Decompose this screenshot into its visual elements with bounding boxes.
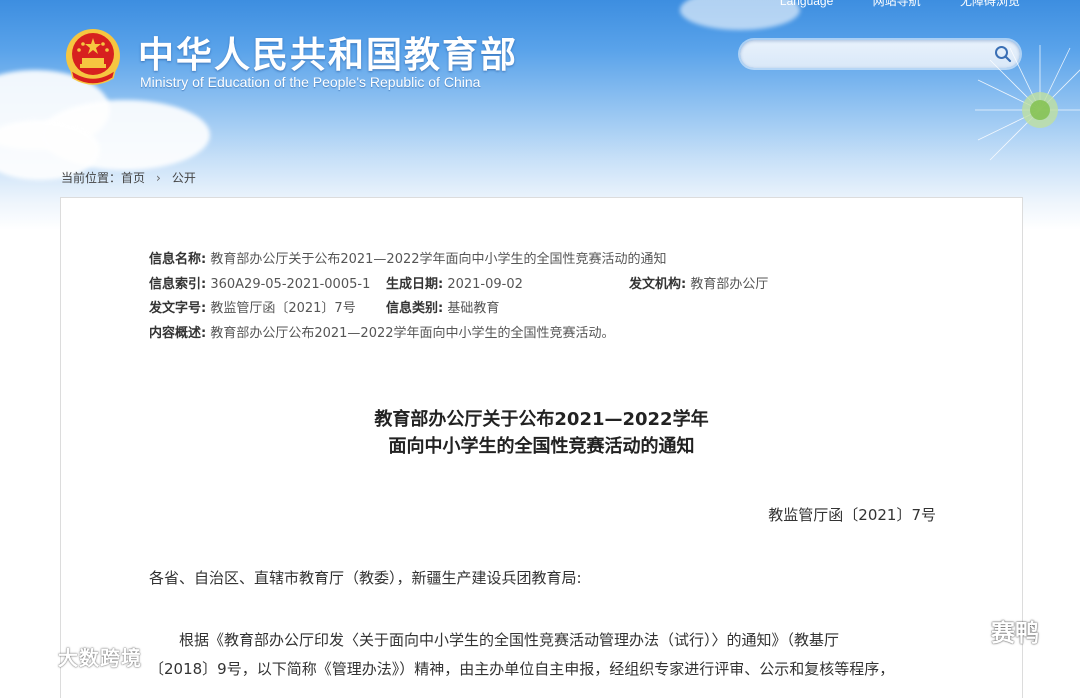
dandelion-decoration: [975, 45, 1080, 161]
meta-label: 信息名称:: [149, 252, 207, 267]
meta-label: 信息类别:: [386, 301, 444, 316]
site-header: Language 网站导航 无障碍浏览 中华人民共和国教育部 Ministry …: [0, 0, 1080, 230]
watermark-right-text: 赛鸭: [991, 618, 1039, 647]
meta-row-summary: 内容概述: 教育部办公厅公布2021—2022学年面向中小学生的全国性竞赛活动。: [149, 322, 667, 347]
meta-row-docno: 发文字号: 教监管厅函〔2021〕7号 信息类别: 基础教育: [149, 297, 667, 322]
breadcrumb-home[interactable]: 首页: [121, 171, 145, 185]
document-paragraph: 根据《教育部办公厅印发〈关于面向中小学生的全国性竞赛活动管理办法（试行）〉的通知…: [149, 626, 949, 684]
document-title: 教育部办公厅关于公布2021—2022学年 面向中小学生的全国性竞赛活动的通知: [61, 406, 1022, 460]
meta-row-name: 信息名称: 教育部办公厅关于公布2021—2022学年面向中小学生的全国性竞赛活…: [149, 248, 667, 273]
site-nav-link[interactable]: 网站导航: [873, 0, 921, 8]
meta-org: 发文机构: 教育部办公厅: [629, 273, 768, 298]
breadcrumb: 当前位置：首页 › 公开: [61, 169, 196, 186]
breadcrumb-public[interactable]: 公开: [172, 171, 196, 185]
document-number: 教监管厅函〔2021〕7号: [768, 506, 936, 524]
meta-value: 教育部办公厅关于公布2021—2022学年面向中小学生的全国性竞赛活动的通知: [210, 252, 667, 267]
document-title-line: 面向中小学生的全国性竞赛活动的通知: [388, 436, 695, 457]
breadcrumb-prefix: 当前位置：: [61, 171, 122, 185]
site-title-cn[interactable]: 中华人民共和国教育部: [138, 26, 518, 78]
content-panel: 信息名称: 教育部办公厅关于公布2021—2022学年面向中小学生的全国性竞赛活…: [60, 197, 1023, 698]
meta-label: 生成日期:: [386, 276, 444, 292]
meta-row-index: 信息索引: 360A29-05-2021-0005-1 生成日期: 2021-0…: [149, 273, 768, 298]
meta-value: 2021-09-02: [447, 276, 523, 292]
info-metadata: 信息名称: 教育部办公厅关于公布2021—2022学年面向中小学生的全国性竞赛活…: [149, 248, 768, 347]
watermark-right: 赛鸭: [935, 612, 1039, 648]
paragraph-line: 〔2018〕9号，以下简称《管理办法》）精神，由主办单位自主申报，经组织专家进行…: [149, 660, 895, 678]
paragraph-line: 根据《教育部办公厅印发〈关于面向中小学生的全国性竞赛活动管理办法（试行）〉的通知…: [149, 626, 949, 655]
watermark-logo-icon: [12, 646, 50, 666]
meta-value: 教育部办公厅公布2021—2022学年面向中小学生的全国性竞赛活动。: [210, 325, 615, 341]
meta-value: 教监管厅函〔2021〕7号: [210, 301, 356, 316]
meta-label: 内容概述:: [149, 325, 207, 341]
watermark-left: 大数跨境: [10, 642, 142, 671]
chevron-right-icon: ›: [156, 171, 161, 185]
meta-value: 360A29-05-2021-0005-1: [210, 276, 371, 292]
document-title-line: 教育部办公厅关于公布2021—2022学年: [374, 409, 709, 430]
meta-date: 生成日期: 2021-09-02: [386, 273, 523, 298]
document-salutation: 各省、自治区、直辖市教育厅（教委），新疆生产建设兵团教育局:: [149, 569, 582, 587]
paragraph-text: 根据《教育部办公厅印发〈关于面向中小学生的全国性竞赛活动管理办法（试行）〉的通知…: [179, 631, 840, 649]
meta-value: 基础教育: [447, 301, 500, 316]
meta-label: 发文机构:: [629, 276, 687, 292]
language-link[interactable]: Language: [780, 0, 833, 8]
site-title-en[interactable]: Ministry of Education of the People's Re…: [140, 74, 480, 90]
accessibility-link[interactable]: 无障碍浏览: [960, 0, 1020, 8]
meta-category: 信息类别: 基础教育: [386, 297, 499, 322]
watermark-left-text: 大数跨境: [58, 646, 142, 670]
wechat-icon: [937, 613, 984, 647]
meta-value: 教育部办公厅: [690, 276, 769, 292]
meta-label: 信息索引:: [149, 276, 207, 292]
search-input[interactable]: [754, 44, 988, 66]
meta-label: 发文字号:: [149, 301, 207, 316]
top-links: Language 网站导航 无障碍浏览: [744, 0, 1020, 9]
national-emblem-icon[interactable]: [61, 26, 125, 90]
